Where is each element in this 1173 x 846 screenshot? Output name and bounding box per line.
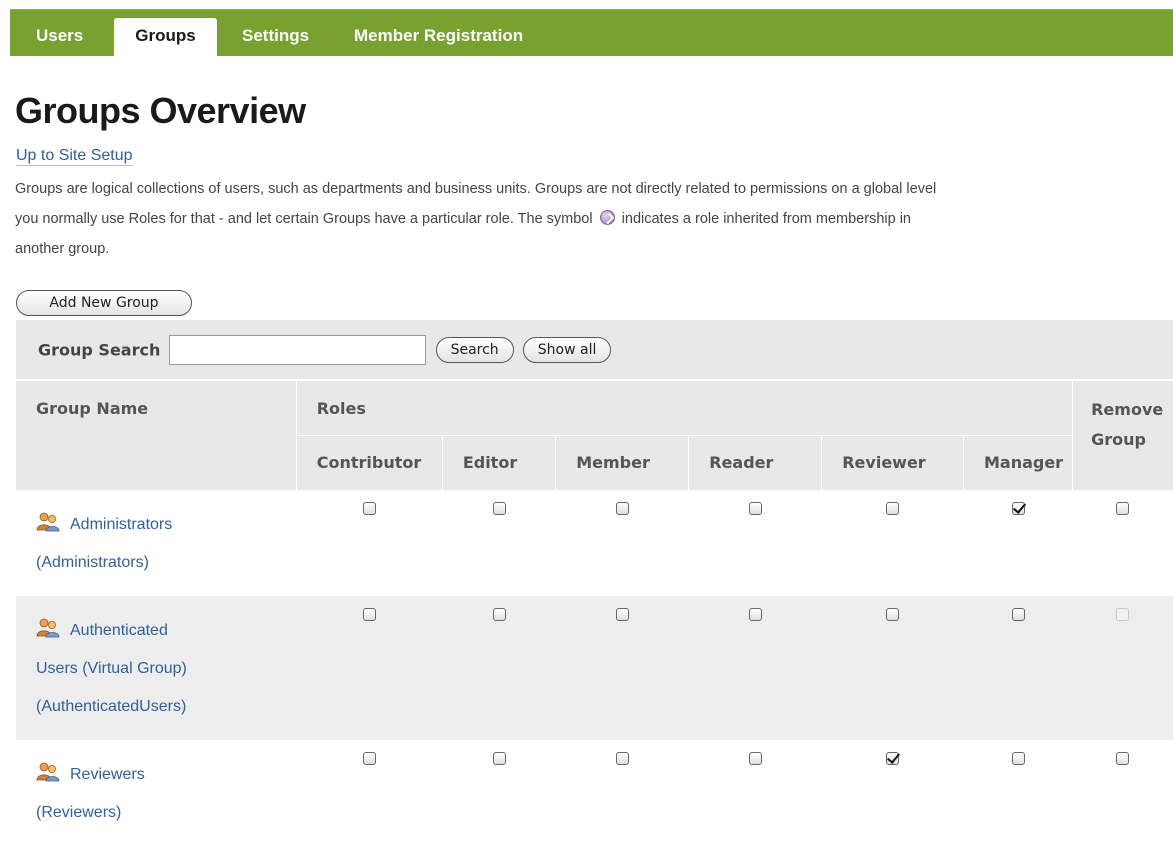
role-cell (442, 740, 555, 846)
role-cell (556, 740, 689, 846)
group-name-line: Authenticated (36, 612, 296, 650)
role-checkbox-editor[interactable] (492, 752, 506, 765)
group-link[interactable]: (AuthenticatedUsers) (36, 698, 186, 715)
description-line-2: you normally use Roles for that - and le… (15, 204, 1173, 234)
role-cell (296, 740, 442, 846)
col-role-editor: Editor (442, 435, 557, 490)
group-name-line: Reviewers (36, 756, 296, 794)
group-name-line: Administrators (36, 506, 296, 544)
group-name-cell: Authenticated Users (Virtual Group) (Authe… (16, 596, 297, 740)
group-link[interactable]: Users (Virtual Group) (36, 660, 187, 677)
tab-member-registration[interactable]: Member Registration (340, 18, 537, 57)
group-name-line: (AuthenticatedUsers) (36, 688, 296, 726)
role-checkbox-contributor[interactable] (362, 752, 376, 765)
col-group-name: Group Name (16, 380, 297, 490)
description-line-1: Groups are logical collections of users,… (15, 181, 937, 197)
tab-settings[interactable]: Settings (228, 18, 323, 57)
role-checkbox-member[interactable] (615, 608, 629, 621)
tab-users[interactable]: Users (22, 18, 97, 57)
group-search-input[interactable] (169, 334, 427, 365)
show-all-button[interactable]: Show all (522, 336, 612, 363)
inherited-role-icon (599, 210, 615, 225)
role-checkbox-contributor[interactable] (362, 502, 376, 515)
header-row-1: Group Name Roles Remove Group (16, 380, 1173, 490)
group-name-line: Users (Virtual Group) (36, 650, 296, 688)
remove-cell (1073, 490, 1173, 596)
role-checkbox-reviewer[interactable] (886, 608, 900, 621)
remove-cell (1073, 740, 1173, 846)
col-roles: Roles (296, 380, 1073, 436)
search-row: Group Search Search Show all (16, 320, 1173, 381)
group-users-icon (36, 618, 60, 638)
description-line-2a: you normally use Roles for that - and le… (15, 211, 593, 227)
role-checkbox-manager[interactable] (1011, 608, 1025, 621)
search-button[interactable]: Search (435, 336, 514, 363)
group-name-cell: Reviewers (Reviewers) (16, 740, 296, 846)
role-checkbox-contributor[interactable] (362, 608, 376, 621)
role-checkbox-manager[interactable] (1011, 502, 1025, 515)
role-cell (296, 596, 443, 740)
role-cell (963, 596, 1073, 740)
up-to-site-setup-link[interactable]: Up to Site Setup (16, 147, 133, 166)
role-cell (963, 740, 1072, 846)
remove-cell (1072, 596, 1173, 740)
role-cell (555, 596, 689, 740)
role-cell (689, 740, 822, 846)
role-cell (296, 490, 442, 596)
table-row: Authenticated Users (Virtual Group) (Authe… (16, 596, 1173, 740)
role-cell (442, 490, 555, 596)
group-users-icon (36, 512, 60, 532)
group-link[interactable]: (Administrators) (36, 554, 149, 571)
group-name-cell: Administrators (Administrators) (16, 490, 296, 596)
group-link[interactable]: Authenticated (70, 622, 168, 639)
description-line-2b: indicates a role inherited from membersh… (621, 211, 911, 227)
role-checkbox-reviewer[interactable] (886, 502, 900, 515)
remove-group-checkbox[interactable] (1116, 752, 1130, 765)
role-cell (822, 740, 964, 846)
role-checkbox-reviewer[interactable] (886, 752, 900, 765)
role-checkbox-editor[interactable] (492, 608, 506, 621)
role-cell (688, 596, 822, 740)
role-cell (442, 596, 556, 740)
group-link[interactable]: (Reviewers) (36, 804, 121, 821)
tab-groups[interactable]: Groups (114, 18, 217, 57)
remove-group-checkbox (1116, 608, 1130, 621)
col-role-contributor: Contributor (296, 435, 443, 490)
group-link[interactable]: Reviewers (70, 766, 145, 783)
group-users-icon (36, 762, 60, 782)
role-cell (689, 490, 822, 596)
role-checkbox-reader[interactable] (748, 608, 762, 621)
role-cell (821, 596, 964, 740)
role-checkbox-reader[interactable] (748, 502, 762, 515)
role-cell (963, 490, 1072, 596)
remove-group-checkbox[interactable] (1116, 502, 1130, 515)
group-search-label: Group Search (38, 340, 161, 359)
page-title: Groups Overview (15, 90, 306, 131)
role-checkbox-reader[interactable] (748, 752, 762, 765)
role-checkbox-member[interactable] (615, 752, 629, 765)
role-cell (822, 490, 964, 596)
groups-table: Group Search Search Show all Group Name … (16, 320, 1173, 846)
group-link[interactable]: Administrators (70, 516, 172, 533)
col-role-reader: Reader (688, 435, 823, 490)
page-description: Groups are logical collections of users,… (15, 174, 1173, 264)
role-checkbox-member[interactable] (615, 502, 629, 515)
col-role-manager: Manager (963, 435, 1074, 490)
group-name-line: (Administrators) (36, 544, 296, 582)
role-cell (556, 490, 689, 596)
col-remove-group: Remove Group (1072, 380, 1173, 490)
group-name-line: (Reviewers) (36, 794, 296, 832)
tab-bar: Users Groups Settings Member Registratio… (10, 9, 1173, 57)
role-checkbox-manager[interactable] (1011, 752, 1025, 765)
role-checkbox-editor[interactable] (492, 502, 506, 515)
description-line-3: another group. (15, 241, 110, 257)
col-role-member: Member (555, 435, 690, 490)
table-row: Administrators (Administrators) (16, 490, 1173, 596)
add-new-group-button[interactable]: Add New Group (16, 290, 192, 316)
col-role-reviewer: Reviewer (821, 435, 964, 490)
table-row: Reviewers (Reviewers) (16, 740, 1173, 846)
